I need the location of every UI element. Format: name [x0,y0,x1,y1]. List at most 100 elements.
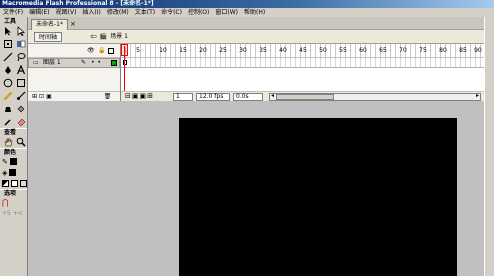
scroll-thumb[interactable] [276,94,334,100]
scene-breadcrumb: ⇦ 🎬 场景 1 [90,32,128,42]
ruler-tick: 15 [179,47,187,54]
scroll-right-icon[interactable]: ▸ [476,92,479,99]
ruler-tick: 70 [399,47,407,54]
menu-edit[interactable]: 编辑(E) [26,8,52,17]
menu-window[interactable]: 窗口(W) [212,8,241,17]
ink-bottle-tool-icon[interactable] [2,103,14,115]
add-layer-icon[interactable]: ⊞ [32,93,39,100]
back-arrow-icon[interactable]: ⇦ [90,32,97,42]
scene-label: 场景 1 [110,33,128,40]
pencil-icon: ✎ [81,59,87,66]
frame-ruler[interactable]: 1 5 10 15 20 25 30 35 40 45 50 55 60 65 … [121,44,484,58]
menu-bar: 文件(F) 编辑(E) 视图(V) 插入(I) 修改(M) 文本(T) 命令(C… [0,8,494,17]
fill-bucket-icon: ◈ [2,168,8,177]
ruler-tick: 5 [136,47,140,54]
scroll-left-icon[interactable]: ◂ [271,92,274,99]
add-guide-icon[interactable]: ⊡ [39,93,46,100]
menu-modify[interactable]: 修改(M) [104,8,132,17]
hand-tool-icon[interactable] [2,136,14,148]
stroke-pencil-icon: ✎ [2,157,8,166]
ruler-tick: 10 [159,47,167,54]
frame-rate[interactable]: 12.0 fps [196,93,230,101]
ruler-tick: 25 [219,47,227,54]
document-tab[interactable]: 未命名-1* [31,19,68,30]
ruler-tick: 45 [299,47,307,54]
subselect-tool-icon[interactable] [15,25,27,37]
timeline-status: ⊟▣▣⊞ 1 12.0 fps 0.0s ◂ ▸ [121,91,484,101]
layer-dots[interactable]: •• [91,59,104,67]
menu-view[interactable]: 视图(V) [53,8,80,17]
view-section-label: 查看 [0,128,27,136]
arrow-tool-icon[interactable] [2,25,14,37]
eye-icon[interactable]: 👁 [87,47,95,54]
timeline-button[interactable]: 时间轴 [34,32,63,42]
scene-icon: 🎬 [99,33,108,40]
layer-panel: 👁 🔒 ▭ 图层 1 ✎ •• ⊞⊡▣ 🗑 [28,44,121,101]
menu-insert[interactable]: 插入(I) [79,8,103,17]
ruler-tick: 90 [474,47,482,54]
right-panel-strip [484,17,494,276]
rectangle-tool-icon[interactable] [15,77,27,89]
add-folder-icon[interactable]: ▣ [46,93,54,100]
stage[interactable] [179,118,457,276]
eraser-tool-icon[interactable] [15,116,27,128]
elapsed-time: 0.0s [233,93,263,101]
outline-icon[interactable] [108,48,114,54]
menu-file[interactable]: 文件(F) [0,8,26,17]
current-frame: 1 [173,93,193,101]
free-transform-tool-icon[interactable] [2,38,14,50]
lock-icon[interactable]: 🔒 [98,47,105,54]
ruler-tick: 35 [259,47,267,54]
timeline: 👁 🔒 ▭ 图层 1 ✎ •• ⊞⊡▣ 🗑 1 5 10 15 20 [28,44,484,101]
layer-color-box[interactable] [111,60,117,66]
zoom-tool-icon[interactable] [15,136,27,148]
layer-controls: ⊞⊡▣ 🗑 [28,91,120,101]
onion-skin-icons[interactable]: ⊟▣▣⊞ [125,92,154,100]
menu-help[interactable]: 帮助(H) [241,8,268,17]
ruler-tick: 50 [319,47,327,54]
ruler-tick: 75 [419,47,427,54]
window-title: Macromedia Flash Professional 8 - [未命名-1… [0,0,494,8]
ruler-tick: 65 [379,47,387,54]
ruler-tick: 55 [339,47,347,54]
options-section-label: 选项 [0,189,27,197]
text-tool-icon[interactable] [15,64,27,76]
ruler-tick: 85 [459,47,467,54]
trash-icon[interactable]: 🗑 [104,93,114,100]
layer-icon: ▭ [33,59,39,66]
layer-row[interactable]: ▭ 图层 1 ✎ •• [28,58,120,68]
no-color-icon[interactable] [11,180,18,187]
pencil-tool-icon[interactable] [2,90,14,102]
timeline-scrollbar[interactable]: ◂ ▸ [269,92,481,101]
smooth-straighten-icons[interactable]: +5 +< [0,208,27,219]
document-area: 未命名-1* × 时间轴 ⇦ 🎬 场景 1 👁 🔒 ▭ 图层 1 ✎ •• ⊞⊡… [28,17,484,276]
ruler-tick: 30 [239,47,247,54]
pen-tool-icon[interactable] [2,64,14,76]
frame-area: 1 5 10 15 20 25 30 35 40 45 50 55 60 65 … [121,44,484,101]
tools-header: 工具 [4,18,17,25]
fill-color-swatch[interactable] [9,169,17,176]
ruler-tick: 20 [199,47,207,54]
close-icon[interactable]: × [70,19,76,29]
black-white-icon[interactable] [2,180,9,187]
stroke-color-swatch[interactable] [9,158,17,165]
color-section-label: 颜色 [0,148,27,156]
line-tool-icon[interactable] [2,51,14,63]
menu-commands[interactable]: 命令(C) [158,8,185,17]
menu-control[interactable]: 控制(O) [185,8,212,17]
brush-tool-icon[interactable] [15,90,27,102]
eyedropper-tool-icon[interactable] [2,116,14,128]
ruler-tick: 80 [439,47,447,54]
menu-text[interactable]: 文本(T) [132,8,158,17]
layer-name[interactable]: 图层 1 [43,59,61,67]
paint-bucket-tool-icon[interactable] [15,103,27,115]
lasso-tool-icon[interactable] [15,51,27,63]
layer-frames[interactable] [121,58,484,68]
tools-panel: 工具 查看 颜色 ✎ ◈ 选项 ⋂ +5 +< [0,17,28,276]
ruler-tick: 60 [359,47,367,54]
swap-colors-icon[interactable] [20,180,27,187]
gradient-transform-tool-icon[interactable] [15,38,27,50]
pasteboard [28,101,484,276]
oval-tool-icon[interactable] [2,77,14,89]
snap-magnet-icon[interactable]: ⋂ [2,198,9,207]
